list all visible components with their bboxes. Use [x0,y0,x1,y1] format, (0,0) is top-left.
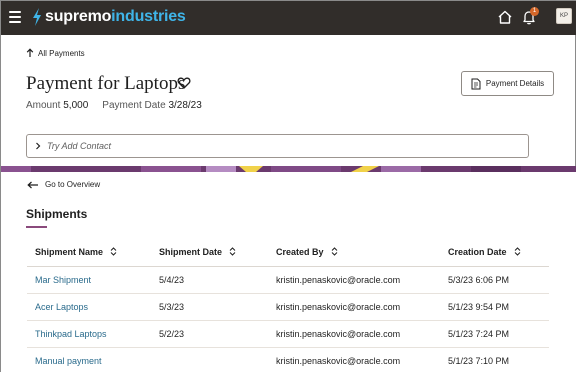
brand-name-part1: supremo [45,8,112,25]
notification-count-badge: 1 [530,7,539,16]
shipments-heading: Shipments [26,207,88,221]
sort-icon [229,247,236,256]
table-row: Acer Laptops 5/3/23 kristin.penaskovic@o… [27,294,549,321]
table-row: Thinkpad Laptops 5/2/23 kristin.penaskov… [27,321,549,348]
heading-underline [26,226,47,228]
payment-date-field: Payment Date 3/28/23 [102,100,202,111]
brand-logo[interactable]: supremoindustries [31,7,186,27]
favorite-heart-icon[interactable] [177,76,191,90]
created-by-cell: kristin.penaskovic@oracle.com [276,275,401,285]
shipment-date-cell: 5/3/23 [159,302,185,312]
sort-icon [331,247,337,256]
payment-date-value: 3/28/23 [168,100,202,111]
brand-name-part2: industries [111,8,186,25]
column-header-label: Shipment Date [159,246,223,257]
shipment-date-cell: 5/2/23 [159,329,185,339]
column-header-shipment-date[interactable]: Shipment Date [151,247,268,257]
table-row: Manual payment kristin.penaskovic@oracle… [27,348,549,372]
column-header-label: Creation Date [448,246,507,257]
shipments-section: Go to Overview Shipments Shipment Name S… [1,172,576,372]
menu-icon[interactable] [9,11,21,23]
created-by-cell: kristin.penaskovic@oracle.com [276,329,401,339]
payment-details-label: Payment Details [485,79,545,88]
go-to-overview-link[interactable]: Go to Overview [27,180,100,189]
logo-bolt-icon [33,8,41,26]
page-title: Payment for Laptops [26,73,186,94]
column-header-label: Shipment Name [35,246,104,257]
add-contact-field[interactable]: Try Add Contact [26,134,529,158]
shipment-name-link[interactable]: Thinkpad Laptops [35,329,107,339]
amount-field: Amount 5,000 [26,100,88,111]
column-header-creation-date[interactable]: Creation Date [440,247,549,257]
shipment-name-link[interactable]: Mar Shipment [35,275,91,285]
chevron-right-icon [36,142,41,150]
column-header-created-by[interactable]: Created By [268,247,440,257]
go-to-overview-label: Go to Overview [45,180,101,189]
arrow-up-icon [26,48,34,57]
arrow-left-icon [27,181,38,188]
home-icon[interactable] [497,9,513,25]
payment-date-label: Payment Date [102,100,166,111]
add-contact-placeholder: Try Add Contact [47,141,112,151]
shipment-date-cell: 5/4/23 [159,275,185,285]
creation-date-cell: 5/1/23 7:10 PM [448,356,510,366]
column-header-label: Created By [276,246,324,257]
all-payments-link[interactable]: All Payments [26,48,85,58]
shipments-table: Shipment Name Shipment Date Created By C… [27,237,549,372]
top-bar: supremoindustries 1 KP [1,1,576,35]
shipment-name-link[interactable]: Manual payment [35,356,102,366]
creation-date-cell: 5/1/23 7:24 PM [448,329,510,339]
all-payments-label: All Payments [38,48,85,58]
payment-meta: Amount 5,000 Payment Date 3/28/23 [26,100,202,111]
creation-date-cell: 5/1/23 9:54 PM [448,302,510,312]
table-row: Mar Shipment 5/4/23 kristin.penaskovic@o… [27,267,549,294]
user-avatar[interactable]: KP [556,8,572,24]
shipment-name-link[interactable]: Acer Laptops [35,302,88,312]
table-header: Shipment Name Shipment Date Created By C… [27,237,549,267]
created-by-cell: kristin.penaskovic@oracle.com [276,356,401,366]
payment-details-button[interactable]: Payment Details [461,71,554,96]
creation-date-cell: 5/3/23 6:06 PM [448,275,510,285]
document-icon [471,78,481,89]
column-header-shipment-name[interactable]: Shipment Name [27,247,151,257]
created-by-cell: kristin.penaskovic@oracle.com [276,302,401,312]
amount-value: 5,000 [63,100,89,111]
amount-label: Amount [26,100,61,111]
sort-icon [514,247,520,256]
sort-icon [110,247,117,256]
